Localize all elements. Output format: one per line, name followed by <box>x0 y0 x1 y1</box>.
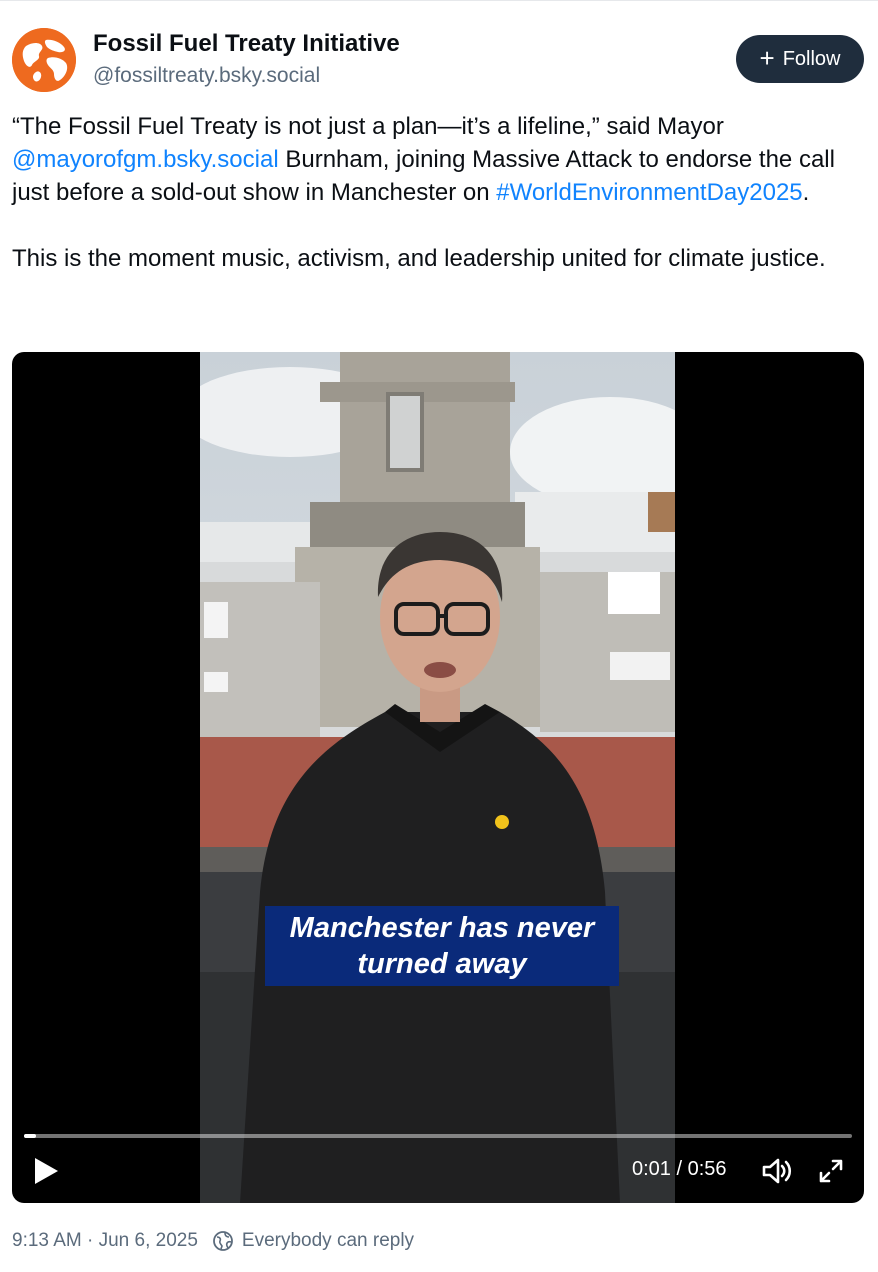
duration: 0:56 <box>687 1158 727 1180</box>
fullscreen-button[interactable] <box>818 1158 844 1184</box>
post-meta: 9:13 AM · Jun 6, 2025 Everybody can repl… <box>12 1228 414 1254</box>
post-timestamp[interactable]: 9:13 AM · Jun 6, 2025 <box>12 1230 198 1252</box>
post-header: Fossil Fuel Treaty Initiative @fossiltre… <box>12 26 866 92</box>
video-progress-bar[interactable] <box>24 1134 852 1138</box>
reply-setting[interactable]: Everybody can reply <box>242 1230 414 1252</box>
globe-icon <box>212 1230 234 1252</box>
video-still-image <box>200 352 675 1203</box>
video-progress-fill <box>24 1134 36 1138</box>
post-text: “The Fossil Fuel Treaty is not just a pl… <box>12 110 864 275</box>
caption-line-2: turned away <box>357 948 527 980</box>
mention-link[interactable]: @mayorofgm.bsky.social <box>12 146 279 173</box>
volume-icon <box>762 1158 792 1184</box>
video-frame <box>200 352 675 1203</box>
play-button[interactable] <box>32 1156 60 1186</box>
volume-button[interactable] <box>761 1157 793 1185</box>
play-icon <box>35 1158 58 1184</box>
follow-label: Follow <box>782 47 841 70</box>
hashtag-link[interactable]: #WorldEnvironmentDay2025 <box>496 179 802 206</box>
follow-button[interactable]: + Follow <box>736 35 864 83</box>
avatar[interactable] <box>12 28 76 92</box>
post-paragraph-2: This is the moment music, activism, and … <box>12 245 826 272</box>
plus-icon: + <box>759 43 775 73</box>
video-caption: Manchester has never turned away <box>265 906 619 986</box>
fullscreen-icon <box>819 1159 843 1183</box>
globe-logo-icon <box>12 28 76 92</box>
top-divider <box>0 0 878 4</box>
author-handle[interactable]: @fossiltreaty.bsky.social <box>93 64 320 88</box>
video-player[interactable]: Manchester has never turned away 0:01 / … <box>12 352 864 1203</box>
post-paragraph-1: “The Fossil Fuel Treaty is not just a pl… <box>12 113 835 206</box>
caption-line-1: Manchester has never <box>289 912 595 944</box>
current-time: 0:01 <box>632 1158 671 1180</box>
author-name[interactable]: Fossil Fuel Treaty Initiative <box>93 30 400 58</box>
video-time: 0:01 / 0:56 <box>632 1158 727 1180</box>
